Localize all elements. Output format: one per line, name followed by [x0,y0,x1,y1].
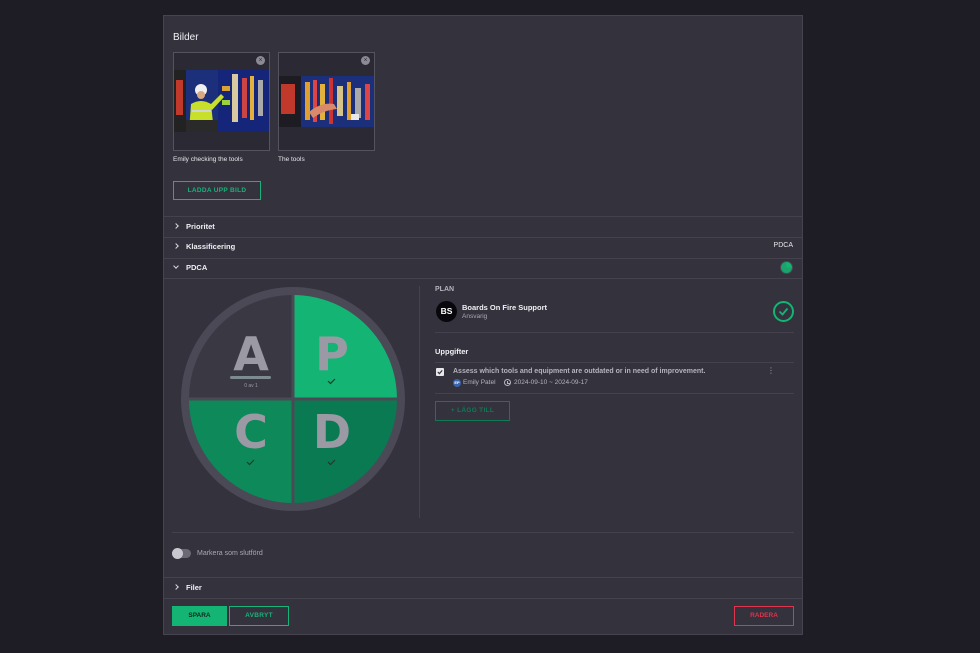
save-button[interactable]: SPARA [172,606,227,626]
divider [435,332,794,333]
image-emily-checking-tools [174,70,269,132]
mark-complete-toggle[interactable] [172,548,191,559]
divider [164,216,802,217]
edit-panel: Bilder × Emily checking the tools × The … [163,15,803,635]
klassificering-value: PDCA [773,242,793,249]
quadrant-p-letter: P [315,327,349,381]
close-icon[interactable]: × [256,56,265,65]
section-pdca[interactable]: PDCA [173,263,207,272]
divider [164,577,802,578]
quadrant-d-letter: D [313,405,351,459]
responsible-name: Boards On Fire Support [462,303,548,312]
divider [164,278,802,279]
add-task-button[interactable]: + LÄGG TILL [435,401,510,421]
cancel-button[interactable]: AVBRYT [229,606,289,626]
chevron-right-icon [173,223,179,229]
divider [164,258,802,259]
avatar: BS [436,301,457,322]
upload-image-button[interactable]: LADDA UPP BILD [173,181,261,200]
images-section-title: Bilder [173,32,199,43]
pdca-wheel: A 0 av 1 P C D [179,285,407,513]
chevron-down-icon [173,263,179,269]
divider [435,362,794,363]
tasks-title: Uppgifter [435,347,469,356]
divider [172,532,794,533]
task-dates: 2024-09-10 ~ 2024-09-17 [514,379,588,386]
chevron-right-icon [173,243,179,249]
more-options-icon[interactable]: ⋮ [767,366,775,375]
image-caption-2: The tools [278,156,305,163]
vertical-divider [419,286,420,518]
task-title[interactable]: Assess which tools and equipment are out… [453,368,705,375]
image-thumbnail-1[interactable]: × [173,52,270,151]
quadrant-a-progress: 0 av 1 [244,383,258,389]
delete-button[interactable]: RADERA [734,606,794,626]
chevron-right-icon [173,584,179,590]
mark-complete-label: Markera som slutförd [197,550,263,557]
divider [435,393,794,394]
quadrant-c-letter: C [234,405,268,459]
pdca-progress-icon [780,261,793,274]
quadrant-a-letter: A [233,327,269,381]
section-filer[interactable]: Filer [173,583,202,592]
phase-complete-check-icon[interactable] [773,301,794,322]
task-checkbox[interactable] [436,368,444,376]
close-icon[interactable]: × [361,56,370,65]
section-klassificering[interactable]: Klassificering [173,242,235,251]
avatar: EP [453,379,461,387]
responsible-role: Ansvarig [462,313,488,320]
clock-icon [504,379,511,386]
image-the-tools [279,76,374,127]
task-assignee: Emily Patel [463,379,496,386]
image-caption-1: Emily checking the tools [173,156,243,163]
divider [164,237,802,238]
divider [164,598,802,599]
phase-label: PLAN [435,286,455,293]
section-prioritet[interactable]: Prioritet [173,222,215,231]
image-thumbnail-2[interactable]: × [278,52,375,151]
